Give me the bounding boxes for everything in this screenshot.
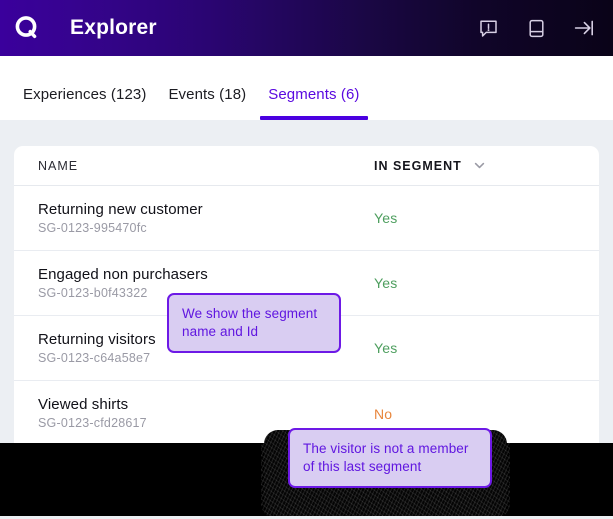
segment-name-cell: Viewed shirts SG-0123-cfd28617 [14, 395, 374, 432]
segment-name-cell: Returning new customer SG-0123-995470fc [14, 200, 374, 237]
tooltip-not-member: The visitor is not a member of this last… [288, 428, 492, 488]
tab-events[interactable]: Events (18) [157, 86, 257, 120]
arrow-to-line-right-icon[interactable] [573, 17, 595, 39]
book-icon[interactable] [525, 17, 547, 39]
segment-name: Viewed shirts [38, 396, 129, 413]
page-title: Explorer [70, 16, 157, 39]
table-header-row: NAME IN SEGMENT [14, 146, 599, 186]
header-actions [477, 17, 595, 39]
column-header-in-segment-label: IN SEGMENT [374, 158, 462, 173]
comment-alert-icon[interactable] [477, 17, 499, 39]
tooltip-segment-name: We show the segment name and Id [167, 293, 341, 353]
tab-bar: Experiences (123) Events (18) Segments (… [0, 56, 613, 120]
tab-experiences[interactable]: Experiences (123) [12, 86, 157, 120]
in-segment-value: No [374, 405, 393, 422]
table-row[interactable]: Returning new customer SG-0123-995470fc … [14, 186, 599, 251]
segment-id: SG-0123-995470fc [38, 220, 147, 235]
in-segment-value: Yes [374, 275, 398, 291]
column-header-name: NAME [38, 158, 79, 173]
in-segment-value: Yes [374, 210, 398, 226]
column-header-in-segment[interactable]: IN SEGMENT [374, 159, 485, 173]
app-header: Explorer [0, 0, 613, 56]
in-segment-value: Yes [374, 340, 398, 356]
segment-name: Returning new customer [38, 200, 203, 218]
chevron-down-icon[interactable] [474, 160, 485, 171]
tab-segments[interactable]: Segments (6) [257, 86, 370, 120]
segment-name: Engaged non purchasers [38, 265, 208, 283]
q-logo-icon[interactable] [10, 11, 44, 45]
